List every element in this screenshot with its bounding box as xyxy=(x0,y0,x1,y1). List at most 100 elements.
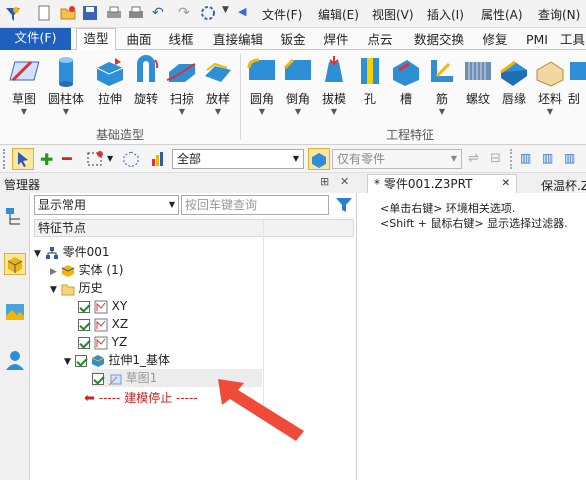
menu-edit[interactable]: 编辑(E) xyxy=(318,6,359,23)
tree-node-solid[interactable]: ▶ 实体 (1) xyxy=(50,261,123,279)
remove-icon[interactable]: ━ xyxy=(62,149,72,168)
tab-data-exchange[interactable]: 数据交换 xyxy=(408,30,470,50)
part-filter-icon xyxy=(312,153,326,168)
box-select-dropdown-icon[interactable]: ▼ xyxy=(107,154,113,163)
menu-view[interactable]: 视图(V) xyxy=(372,6,414,23)
collapse-icon[interactable]: ◀ xyxy=(238,5,254,21)
select-pointer-button[interactable] xyxy=(12,148,34,170)
align-right-icon[interactable]: ▥ xyxy=(564,151,575,165)
tab-wireframe[interactable]: 线框 xyxy=(163,30,199,50)
open-folder-icon[interactable] xyxy=(60,5,76,21)
solid-label: 实体 (1) xyxy=(78,263,124,277)
menu-query[interactable]: 查询(N) xyxy=(538,6,580,23)
draft-button[interactable]: 拔模 ▼ xyxy=(316,54,352,117)
thread-button[interactable]: 螺纹 xyxy=(460,54,496,107)
fillet-button[interactable]: 圆角 ▼ xyxy=(244,54,280,117)
tab-weldment[interactable]: 焊件 xyxy=(318,30,354,50)
close-icon[interactable]: ✕ xyxy=(502,175,510,193)
sketch-button[interactable]: 草图 ▼ xyxy=(6,54,42,117)
rebuild-icon[interactable] xyxy=(200,5,216,21)
visibility-checkbox[interactable] xyxy=(78,300,90,313)
doc-tab-active[interactable]: * 零件001.Z3PRT ✕ xyxy=(367,174,517,193)
filter-all-select[interactable]: 全部 ▼ xyxy=(172,149,304,169)
cylinder-button[interactable]: 圆柱体 ▼ xyxy=(48,54,84,117)
filter-color-icon[interactable] xyxy=(150,150,168,168)
assembly-manager-icon[interactable] xyxy=(4,253,26,275)
view-manager-icon[interactable] xyxy=(4,301,26,323)
lasso-icon[interactable] xyxy=(122,150,140,168)
tab-tools[interactable]: 工具 xyxy=(560,30,586,50)
xz-label: XZ xyxy=(111,317,129,331)
loft-button[interactable]: 放样 ▼ xyxy=(200,54,236,117)
print-icon[interactable] xyxy=(106,5,122,21)
search-input[interactable]: 按回车键查询 xyxy=(181,195,329,215)
undo-icon[interactable]: ↶ xyxy=(152,5,168,21)
sweep-button[interactable]: 扫掠 ▼ xyxy=(164,54,200,117)
hint-line-1: <单击右键> 环境相关选项. xyxy=(380,202,516,215)
chamfer-button[interactable]: 倒角 ▼ xyxy=(280,54,316,117)
filter-funnel-icon[interactable] xyxy=(334,196,354,214)
visibility-checkbox[interactable] xyxy=(78,318,90,331)
datum-plane-icon xyxy=(94,318,108,331)
visibility-checkbox[interactable] xyxy=(92,372,104,385)
hole-button[interactable]: 孔 xyxy=(352,54,388,107)
chevron-down-icon: ▼ xyxy=(64,357,71,367)
rib-icon xyxy=(431,60,453,82)
save-icon[interactable] xyxy=(82,5,98,21)
tree-node-part[interactable]: ▼ 零件001 xyxy=(34,243,109,261)
chevron-down-icon: ▼ xyxy=(34,249,41,259)
filter-settings-icon[interactable]: ⊟ xyxy=(490,151,501,166)
blank-button[interactable]: 坯料 ▼ xyxy=(532,54,568,117)
tab-direct-edit[interactable]: 直接编辑 xyxy=(207,30,269,50)
rib-button[interactable]: 筋 ▼ xyxy=(424,54,460,117)
tree-node-xy[interactable]: XY xyxy=(78,297,127,315)
print-preview-icon[interactable] xyxy=(128,5,144,21)
customize-dropdown-icon[interactable]: ▼ xyxy=(222,5,238,21)
tree-node-history[interactable]: ▼ 历史 xyxy=(50,279,103,297)
revolve-icon xyxy=(137,55,159,82)
filter-options-icon[interactable]: ⇌ xyxy=(468,151,479,166)
doc-tab-other[interactable]: 保温杯.Z xyxy=(541,177,586,194)
tab-repair[interactable]: 修复 xyxy=(477,30,513,50)
app-logo-icon[interactable] xyxy=(4,5,20,21)
manager-header: 管理器 ⊞ ✕ xyxy=(0,173,357,193)
lip-button[interactable]: 唇缘 xyxy=(496,54,532,107)
new-file-icon[interactable] xyxy=(36,5,52,21)
redo-icon[interactable]: ↷ xyxy=(178,5,194,21)
pin-icon[interactable]: ⊞ xyxy=(320,175,329,188)
tab-pmi[interactable]: PMI xyxy=(522,30,552,50)
part-filter-button[interactable] xyxy=(308,148,330,170)
user-icon[interactable] xyxy=(4,349,26,371)
tab-file[interactable]: 文件(F) xyxy=(0,28,71,50)
box-select-icon[interactable] xyxy=(86,150,104,168)
graphics-area[interactable]: <单击右键> 环境相关选项. <Shift + 鼠标右键> 显示选择过滤器. xyxy=(358,193,586,480)
part-only-select[interactable]: 仅有零件 ▼ xyxy=(332,149,462,169)
sketch-icon xyxy=(9,60,40,82)
display-filter-select[interactable]: 显示常用 ▼ xyxy=(34,195,179,215)
menu-insert[interactable]: 插入(I) xyxy=(427,6,464,23)
tab-surface[interactable]: 曲面 xyxy=(121,30,157,50)
tab-point-cloud[interactable]: 点云 xyxy=(362,30,398,50)
tab-modeling[interactable]: 造型 xyxy=(76,28,116,51)
scrape-button[interactable]: 刮 xyxy=(568,54,586,107)
visibility-checkbox[interactable] xyxy=(74,354,87,367)
add-icon[interactable]: ✚ xyxy=(40,150,53,169)
slot-button[interactable]: 槽 xyxy=(388,54,424,107)
group-divider xyxy=(240,54,241,140)
align-left-icon[interactable]: ▥ xyxy=(520,151,531,165)
visibility-checkbox[interactable] xyxy=(78,336,90,349)
history-manager-icon[interactable] xyxy=(4,205,26,227)
menu-file[interactable]: 文件(F) xyxy=(262,6,302,23)
extrude-button[interactable]: 拉伸 xyxy=(92,54,128,107)
close-icon[interactable]: ✕ xyxy=(340,175,349,188)
menu-attribute[interactable]: 属性(A) xyxy=(481,6,523,23)
tree-node-extrude[interactable]: ▼ 拉伸1_基体 xyxy=(64,351,170,369)
rollback-bar[interactable]: ⬅ ----- 建模停止 ----- xyxy=(84,389,198,407)
filter-all-value: 全部 xyxy=(177,152,202,166)
xy-label: XY xyxy=(111,299,128,313)
revolve-button[interactable]: 旋转 xyxy=(128,54,164,107)
tree-node-yz[interactable]: YZ xyxy=(78,333,127,351)
tab-sheet-metal[interactable]: 钣金 xyxy=(275,30,311,50)
tree-node-xz[interactable]: XZ xyxy=(78,315,128,333)
align-center-icon[interactable]: ▥ xyxy=(542,151,553,165)
